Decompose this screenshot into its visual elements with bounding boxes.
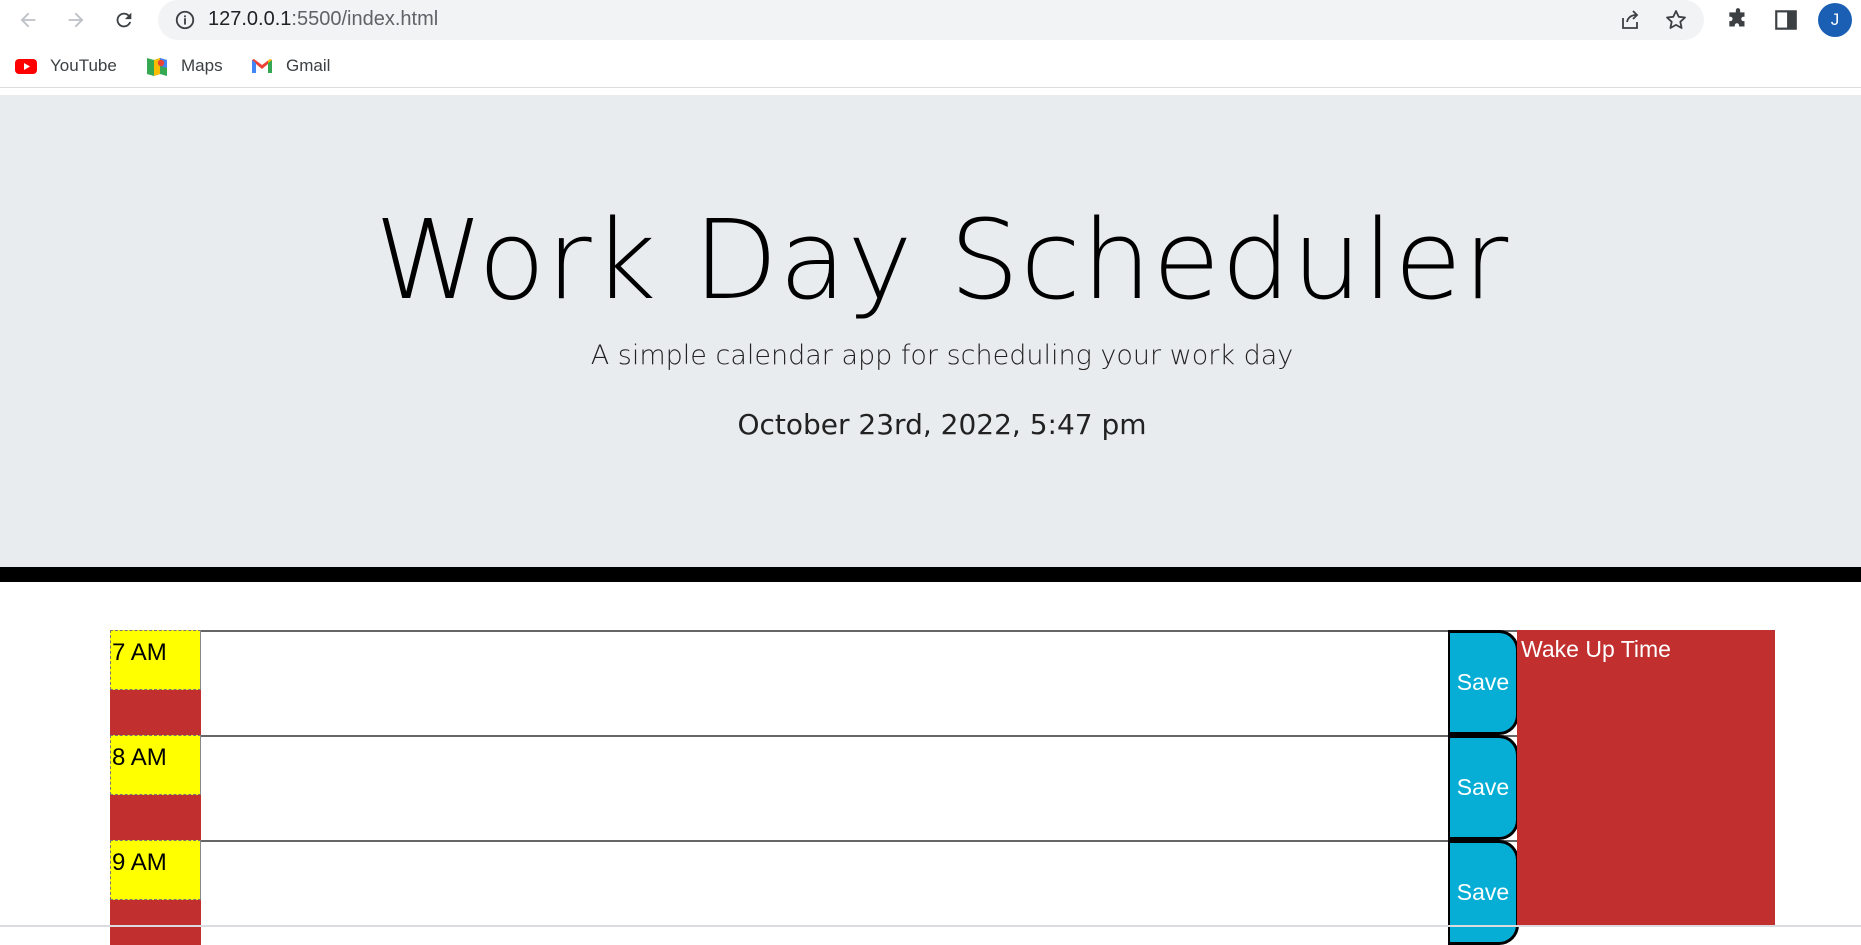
event-description-input[interactable] <box>201 735 1559 840</box>
hour-block: 7 AM <box>110 630 201 735</box>
arrow-right-icon <box>68 12 84 28</box>
hour-block: 8 AM <box>110 735 201 840</box>
address-bar[interactable]: 127.0.0.1:5500/index.html <box>158 0 1704 40</box>
hour-block: 9 AM <box>110 840 201 945</box>
maps-icon <box>147 58 167 76</box>
bookmark-gmail[interactable]: Gmail <box>250 54 330 78</box>
bookmark-youtube[interactable]: YouTube <box>14 54 117 78</box>
browser-toolbar: 127.0.0.1:5500/index.html J <box>0 0 1861 40</box>
bookmark-maps[interactable]: Maps <box>145 54 223 78</box>
hour-label: 8 AM <box>110 735 201 795</box>
page-title: Work Day Scheduler <box>374 196 1510 324</box>
url-host: 127.0.0.1 <box>208 8 292 30</box>
save-button[interactable]: Save <box>1448 735 1519 840</box>
reload-icon <box>116 12 132 28</box>
event-text: Wake Up Time <box>1521 636 1671 662</box>
save-button[interactable]: Save <box>1448 840 1519 945</box>
event-panel[interactable]: Wake Up Time <box>1517 630 1775 927</box>
current-date: October 23rd, 2022, 5:47 pm <box>737 408 1147 441</box>
header-divider <box>0 567 1861 582</box>
time-block-row: 9 AM Save <box>110 840 1575 945</box>
arrow-left-icon <box>20 12 36 28</box>
extensions-icon[interactable] <box>1725 7 1751 33</box>
time-block-row: 8 AM Save <box>110 735 1575 840</box>
gmail-icon <box>252 59 272 73</box>
profile-avatar[interactable]: J <box>1818 3 1852 37</box>
bookmark-label: Maps <box>181 56 223 75</box>
event-description-input[interactable] <box>201 840 1559 945</box>
back-button[interactable] <box>12 4 44 36</box>
info-icon[interactable] <box>174 9 196 31</box>
header-jumbotron <box>0 95 1861 567</box>
star-icon[interactable] <box>1664 8 1688 32</box>
side-panel-icon[interactable] <box>1773 7 1799 33</box>
bookmark-label: YouTube <box>50 56 117 75</box>
reload-button[interactable] <box>108 4 140 36</box>
bookmarks-bar: YouTube Maps Gmail <box>0 44 1861 88</box>
forward-button[interactable] <box>60 4 92 36</box>
url-path: :5500/index.html <box>291 8 439 30</box>
hour-label: 9 AM <box>110 840 201 900</box>
hour-label: 7 AM <box>110 630 201 690</box>
save-button[interactable]: Save <box>1448 630 1519 735</box>
page-lead: A simple calendar app for scheduling you… <box>590 340 1294 371</box>
bookmark-label: Gmail <box>286 56 331 75</box>
share-icon[interactable] <box>1618 8 1642 32</box>
url-text[interactable]: 127.0.0.1:5500/index.html <box>208 8 438 31</box>
youtube-icon <box>15 59 37 74</box>
time-block-row: 7 AM Save <box>110 630 1575 735</box>
event-description-input[interactable] <box>201 630 1559 735</box>
